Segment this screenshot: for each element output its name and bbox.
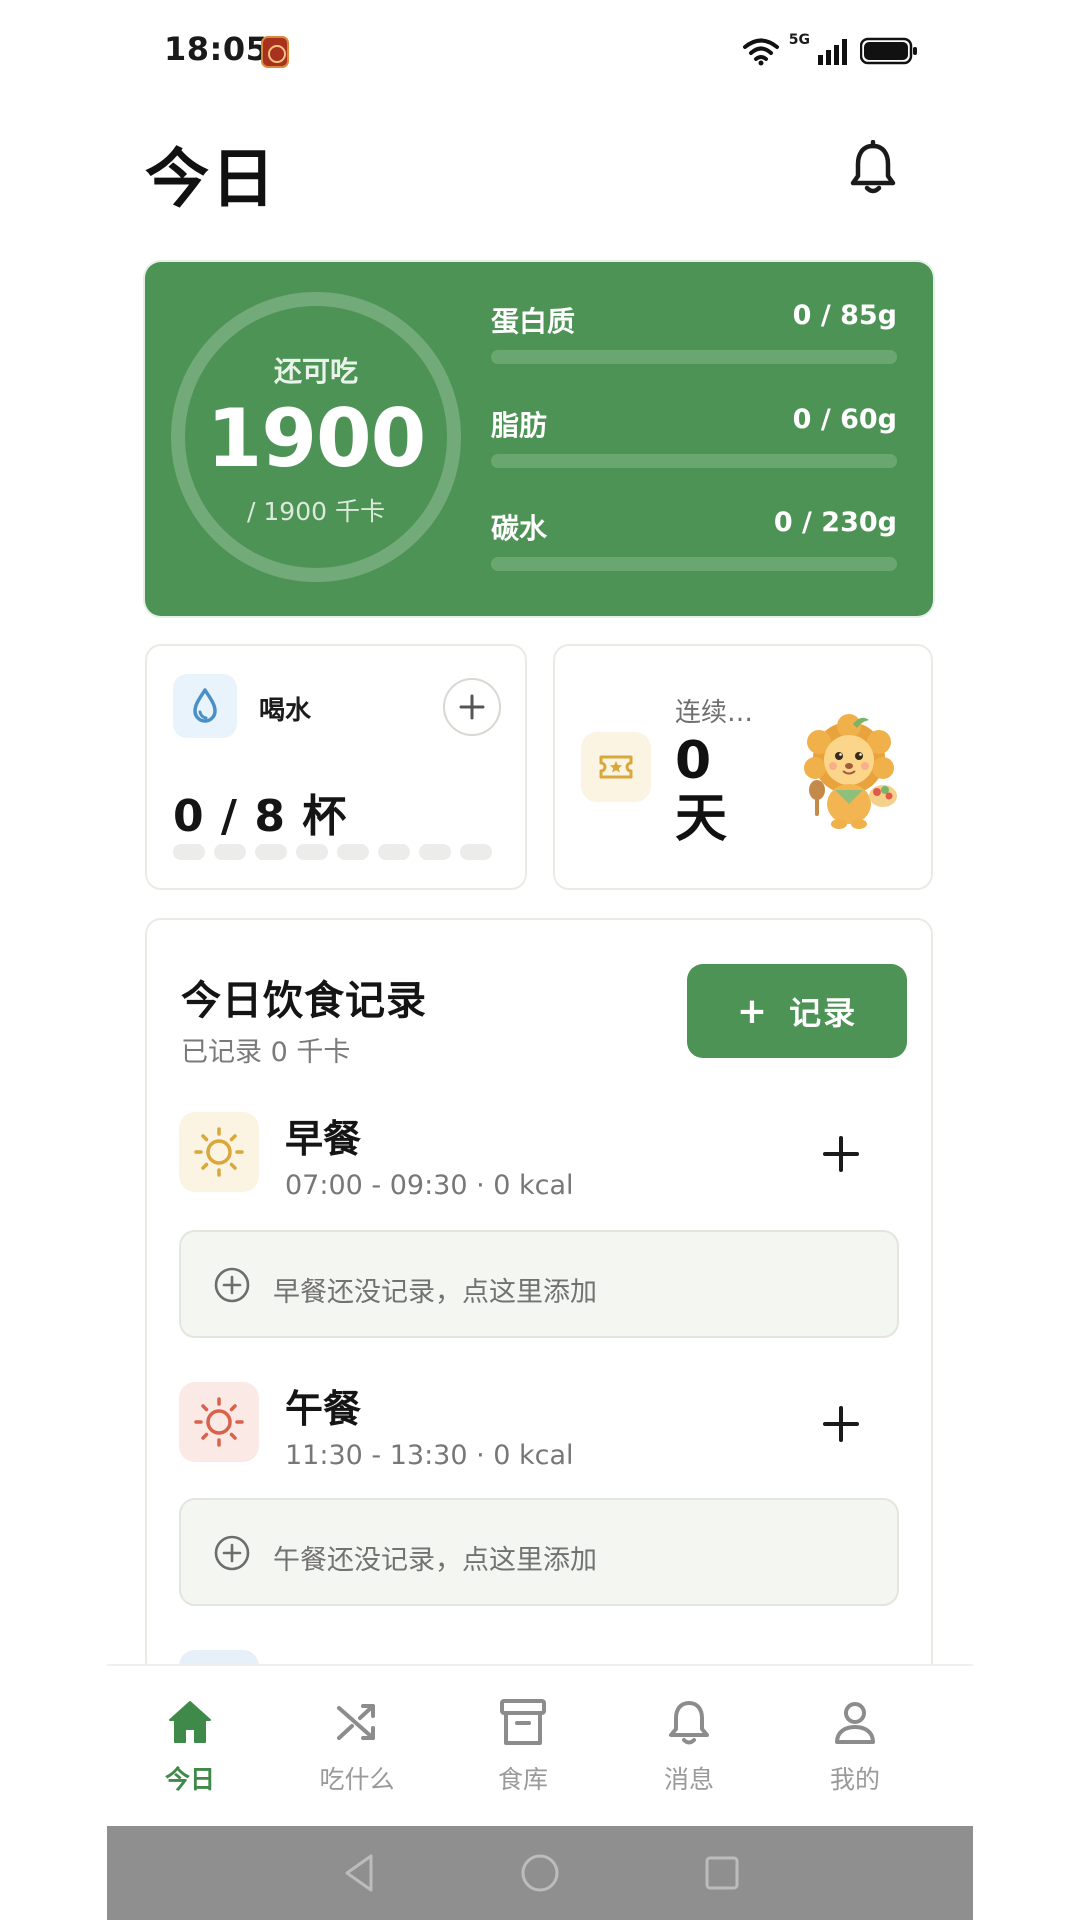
- recents-square-icon[interactable]: [699, 1850, 745, 1896]
- nav-food-library[interactable]: 食库: [453, 1696, 593, 1806]
- bell-icon: [850, 139, 896, 194]
- ticket-star-icon: [581, 732, 651, 802]
- water-cup[interactable]: [378, 844, 410, 860]
- lunch-sun-icon: [179, 1382, 259, 1462]
- shuffle-icon: [337, 1704, 375, 1740]
- calorie-summary-card[interactable]: 还可吃 1900 / 1900 千卡 蛋白质 0 / 85g 脂肪 0 / 60…: [145, 262, 933, 616]
- lunch-name: 午餐: [285, 1387, 362, 1431]
- add-breakfast-button[interactable]: [813, 1126, 869, 1182]
- nav-messages[interactable]: 消息: [619, 1696, 759, 1806]
- nav-label: 食库: [497, 1765, 548, 1794]
- system-navigation-bar: [107, 1826, 973, 1920]
- add-record-label: 记录: [789, 994, 858, 1032]
- macro-name: 脂肪: [491, 409, 548, 442]
- lunch-empty-text: 午餐还没记录，点这里添加: [273, 1545, 597, 1576]
- plus-icon: [823, 1136, 859, 1172]
- water-cup[interactable]: [460, 844, 492, 860]
- water-title: 喝水: [259, 696, 312, 726]
- water-cup[interactable]: [296, 844, 328, 860]
- calorie-ring: 还可吃 1900 / 1900 千卡: [171, 292, 461, 582]
- wifi-icon: [742, 38, 779, 66]
- bottom-navigation: 今日 吃什么 食库 消息 我的: [107, 1664, 973, 1826]
- streak-unit: 天: [675, 789, 728, 849]
- macro-value: 0 / 230g: [773, 507, 897, 538]
- nav-today[interactable]: 今日: [120, 1696, 260, 1806]
- nav-label: 吃什么: [319, 1765, 395, 1794]
- nav-label: 消息: [663, 1765, 714, 1794]
- home-icon: [169, 1701, 211, 1743]
- page-title: 今日: [145, 143, 277, 217]
- remaining-label: 还可吃: [273, 355, 358, 388]
- home-circle-icon[interactable]: [517, 1850, 563, 1896]
- water-cup[interactable]: [214, 844, 246, 860]
- plus-circle-icon: [214, 1267, 250, 1303]
- water-cup[interactable]: [337, 844, 369, 860]
- macro-name: 碳水: [491, 512, 548, 545]
- lunch-meta: 11:30 - 13:30 · 0 kcal: [285, 1440, 574, 1471]
- lion-mascot-image: [791, 712, 911, 832]
- macro-progress-bar: [491, 350, 897, 364]
- battery-icon: [860, 37, 917, 65]
- remaining-calories: 1900: [206, 392, 427, 485]
- notification-app-icon: [261, 36, 289, 68]
- signal-icon: [818, 39, 847, 65]
- water-drop-icon: [173, 674, 237, 738]
- macro-progress-bar: [491, 454, 897, 468]
- breakfast-empty-add[interactable]: 早餐还没记录，点这里添加: [179, 1230, 899, 1338]
- water-cups: [173, 844, 492, 860]
- notification-button[interactable]: [847, 139, 899, 196]
- network-type: 5G: [788, 32, 810, 48]
- plus-icon: +: [736, 990, 768, 1032]
- breakfast-sun-icon: [179, 1112, 259, 1192]
- food-log-card: 今日饮食记录 已记录 0 千卡 + 记录 早餐 07:00 - 09:30 · …: [145, 918, 933, 1730]
- macro-fat: 脂肪 0 / 60g: [491, 404, 897, 476]
- app-screen: 18:05 5G 今日 还可吃 1900 / 1900 千卡 蛋白质 0 / 8…: [107, 0, 973, 1920]
- back-triangle-icon[interactable]: [337, 1850, 383, 1896]
- food-log-subtitle: 已记录 0 千卡: [181, 1037, 351, 1068]
- breakfast-name: 早餐: [285, 1117, 362, 1161]
- breakfast-empty-text: 早餐还没记录，点这里添加: [273, 1277, 597, 1308]
- status-time: 18:05: [164, 30, 269, 68]
- macro-progress-bar: [491, 557, 897, 571]
- nav-label: 我的: [829, 1765, 880, 1794]
- plus-icon: [823, 1406, 859, 1442]
- streak-value: 0: [675, 731, 712, 791]
- nav-what-to-eat[interactable]: 吃什么: [287, 1696, 427, 1806]
- macro-name: 蛋白质: [491, 305, 576, 338]
- bell-icon: [669, 1701, 709, 1745]
- status-icons: 5G: [741, 32, 918, 68]
- water-cup[interactable]: [419, 844, 451, 860]
- nav-label: 今日: [164, 1765, 215, 1794]
- food-log-title: 今日饮食记录: [181, 978, 427, 1024]
- plus-icon: [459, 694, 485, 720]
- macro-value: 0 / 60g: [792, 404, 897, 435]
- add-water-button[interactable]: [443, 678, 501, 736]
- streak-label: 连续…: [675, 698, 754, 728]
- water-cup[interactable]: [255, 844, 287, 860]
- macro-protein: 蛋白质 0 / 85g: [491, 300, 897, 372]
- macro-carbs: 碳水 0 / 230g: [491, 507, 897, 579]
- streak-card[interactable]: 连续… 0 天: [553, 644, 933, 890]
- add-lunch-button[interactable]: [813, 1396, 869, 1452]
- water-cup[interactable]: [173, 844, 205, 860]
- breakfast-meta: 07:00 - 09:30 · 0 kcal: [285, 1170, 574, 1201]
- nav-profile[interactable]: 我的: [785, 1696, 925, 1806]
- plus-circle-icon: [214, 1535, 250, 1571]
- user-icon: [835, 1702, 875, 1744]
- water-card[interactable]: 喝水 0 / 8 杯: [145, 644, 527, 890]
- add-record-button[interactable]: + 记录: [687, 964, 907, 1058]
- water-count: 0 / 8 杯: [173, 791, 348, 842]
- lunch-empty-add[interactable]: 午餐还没记录，点这里添加: [179, 1498, 899, 1606]
- total-calories: / 1900 千卡: [247, 497, 385, 526]
- macro-value: 0 / 85g: [792, 300, 897, 331]
- archive-icon: [500, 1699, 546, 1745]
